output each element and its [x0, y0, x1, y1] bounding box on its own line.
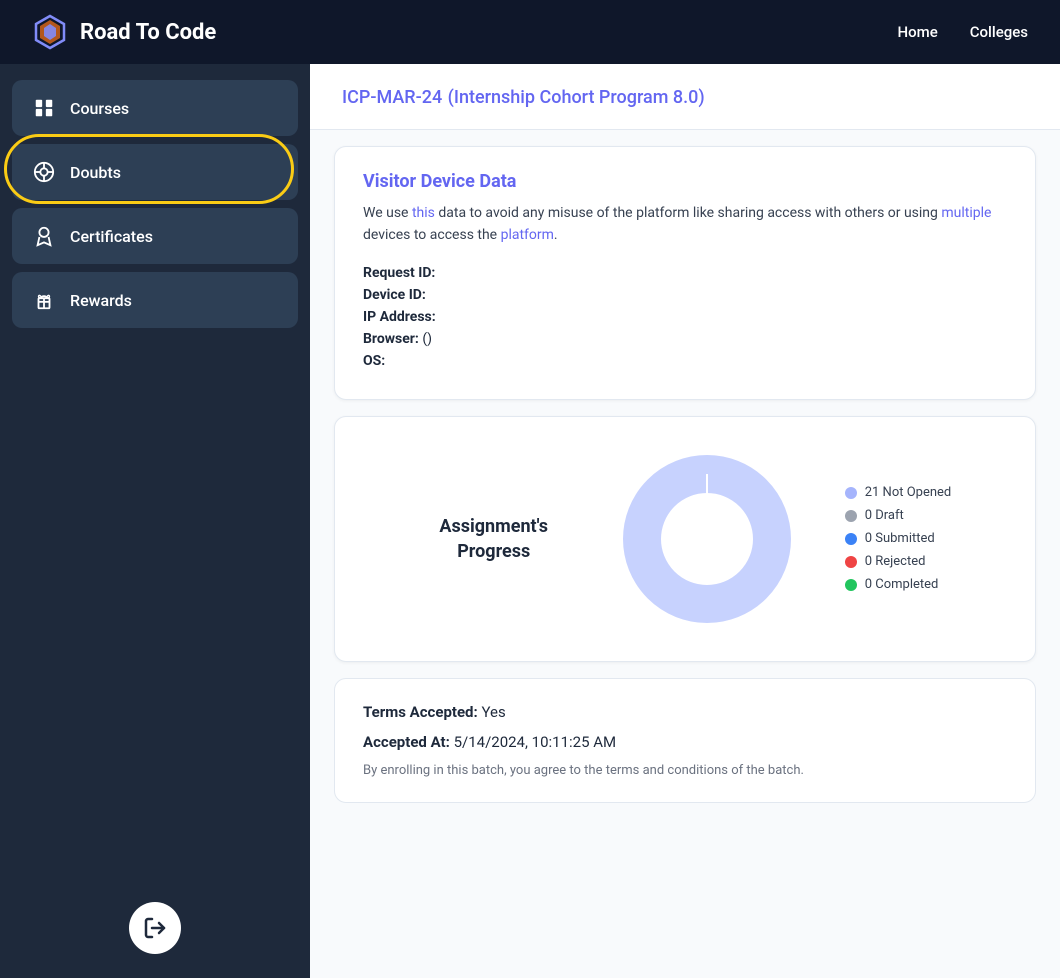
- nav-home[interactable]: Home: [897, 23, 937, 41]
- terms-footnote: By enrolling in this batch, you agree to…: [363, 763, 1007, 778]
- app-title: Road To Code: [80, 20, 216, 45]
- browser-row: Browser: (): [363, 331, 1007, 347]
- sidebar-item-doubts[interactable]: Doubts: [12, 144, 298, 200]
- assignment-progress-card: Assignment's Progress 21 Not Opened 0 Dr…: [334, 416, 1036, 662]
- multiple-link[interactable]: multiple: [941, 205, 991, 221]
- donut-chart: [617, 449, 797, 629]
- visitor-desc: We use this data to avoid any misuse of …: [363, 202, 1007, 247]
- ip-label: IP Address:: [363, 309, 436, 325]
- legend-label-draft: 0 Draft: [865, 508, 904, 523]
- sidebar-item-certificates[interactable]: Certificates: [12, 208, 298, 264]
- certificates-icon: [32, 224, 56, 248]
- nav-colleges[interactable]: Colleges: [970, 23, 1028, 41]
- os-label: OS:: [363, 353, 385, 369]
- main-content: ICP-MAR-24 (Internship Cohort Program 8.…: [310, 64, 1060, 978]
- legend-dot-draft: [845, 510, 857, 522]
- legend-completed: 0 Completed: [845, 577, 952, 592]
- legend-label-submitted: 0 Submitted: [865, 531, 935, 546]
- terms-section: Terms Accepted: Yes Accepted At: 5/14/20…: [334, 678, 1036, 803]
- legend-label-completed: 0 Completed: [865, 577, 939, 592]
- legend-label-not-opened: 21 Not Opened: [865, 485, 952, 500]
- header-left: Road To Code: [32, 14, 216, 50]
- terms-accepted-row: Terms Accepted: Yes: [363, 703, 1007, 721]
- request-id-row: Request ID:: [363, 265, 1007, 281]
- page-title-main: ICP-MAR-24: [342, 87, 442, 108]
- legend-label-rejected: 0 Rejected: [865, 554, 926, 569]
- sidebar-label-doubts: Doubts: [70, 163, 121, 182]
- sidebar-label-courses: Courses: [70, 99, 129, 118]
- legend-submitted: 0 Submitted: [845, 531, 952, 546]
- device-id-row: Device ID:: [363, 287, 1007, 303]
- sidebar-item-rewards[interactable]: Rewards: [12, 272, 298, 328]
- logo-icon: [32, 14, 68, 50]
- this-link[interactable]: this: [412, 205, 435, 221]
- browser-value: (): [422, 331, 432, 347]
- header: Road To Code Home Colleges: [0, 0, 1060, 64]
- sidebar-label-certificates: Certificates: [70, 227, 153, 246]
- legend-rejected: 0 Rejected: [845, 554, 952, 569]
- logout-button[interactable]: [129, 902, 181, 954]
- doubts-icon: [32, 160, 56, 184]
- sidebar-label-rewards: Rewards: [70, 291, 132, 310]
- main-layout: Courses Doubts: [0, 64, 1060, 978]
- chart-legend: 21 Not Opened 0 Draft 0 Submitted 0 Reje…: [845, 485, 952, 592]
- legend-dot-not-opened: [845, 487, 857, 499]
- page-header: ICP-MAR-24 (Internship Cohort Program 8.…: [310, 64, 1060, 130]
- page-title-sub: (Internship Cohort Program 8.0): [448, 87, 705, 108]
- device-id-label: Device ID:: [363, 287, 426, 303]
- os-row: OS:: [363, 353, 1007, 369]
- platform-link[interactable]: platform: [501, 227, 554, 243]
- assignment-progress-label: Assignment's Progress: [419, 514, 569, 564]
- legend-dot-submitted: [845, 533, 857, 545]
- visitor-device-card: Visitor Device Data We use this data to …: [334, 146, 1036, 400]
- legend-not-opened: 21 Not Opened: [845, 485, 952, 500]
- header-nav: Home Colleges: [897, 23, 1028, 41]
- request-id-label: Request ID:: [363, 265, 435, 281]
- legend-draft: 0 Draft: [845, 508, 952, 523]
- sidebar: Courses Doubts: [0, 64, 310, 978]
- terms-accepted-at-row: Accepted At: 5/14/2024, 10:11:25 AM: [363, 733, 1007, 751]
- visitor-title: Visitor Device Data: [363, 171, 1007, 192]
- rewards-icon: [32, 288, 56, 312]
- sidebar-item-courses[interactable]: Courses: [12, 80, 298, 136]
- ip-row: IP Address:: [363, 309, 1007, 325]
- courses-icon: [32, 96, 56, 120]
- legend-dot-completed: [845, 579, 857, 591]
- legend-dot-rejected: [845, 556, 857, 568]
- browser-label: Browser:: [363, 331, 419, 347]
- page-title: ICP-MAR-24 (Internship Cohort Program 8.…: [342, 84, 1028, 109]
